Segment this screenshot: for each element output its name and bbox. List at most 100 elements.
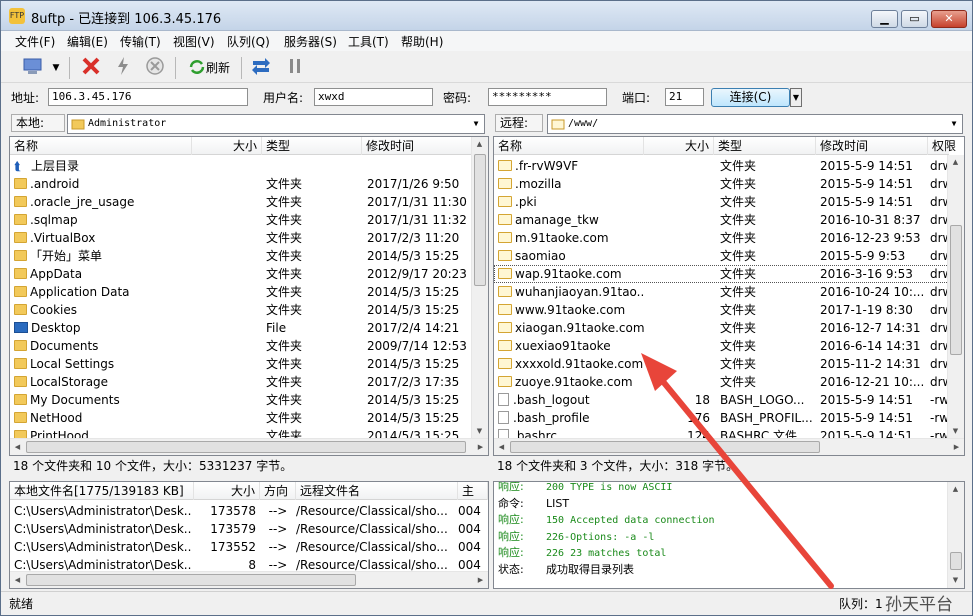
column-modified[interactable]: 修改时间 bbox=[362, 137, 473, 155]
remote-file-row[interactable]: xuexiao91taoke 文件夹 2016-6-14 14:31 drw bbox=[494, 337, 952, 355]
log-kind: 响应: bbox=[498, 481, 524, 493]
remote-file-row[interactable]: .pki 文件夹 2015-5-9 14:51 drw bbox=[494, 193, 952, 211]
remote-file-row[interactable]: saomiao 文件夹 2015-5-9 9:53 drw bbox=[494, 247, 952, 265]
queue-row[interactable]: C:\Users\Administrator\Desk... 173578 --> /… bbox=[10, 502, 488, 520]
column-name[interactable]: 名称 bbox=[10, 137, 192, 155]
menu-tools[interactable]: 工具(T) bbox=[348, 33, 389, 50]
password-input[interactable]: ********* bbox=[488, 88, 607, 106]
site-manager-icon[interactable] bbox=[21, 56, 45, 80]
connect-button[interactable]: 连接(C) bbox=[711, 88, 790, 107]
remote-file-row[interactable]: www.91taoke.com 文件夹 2017-1-19 8:30 drw bbox=[494, 301, 952, 319]
column-modified[interactable]: 修改时间 bbox=[816, 137, 928, 155]
local-file-row[interactable]: Documents 文件夹 2009/7/14 12:53 bbox=[10, 337, 472, 355]
remote-vscrollbar[interactable]: ▲ ▼ bbox=[947, 155, 964, 439]
column-permission[interactable]: 权限 bbox=[928, 137, 964, 155]
local-file-row[interactable]: 「开始」菜单 文件夹 2014/5/3 15:25 bbox=[10, 247, 472, 265]
column-host[interactable]: 主 bbox=[458, 482, 488, 500]
port-input[interactable]: 21 bbox=[665, 88, 704, 106]
column-type[interactable]: 类型 bbox=[262, 137, 362, 155]
local-path-combo[interactable]: Administrator ▼ bbox=[67, 114, 485, 134]
local-file-row[interactable]: NetHood 文件夹 2014/5/3 15:25 bbox=[10, 409, 472, 427]
local-file-row[interactable]: .VirtualBox 文件夹 2017/2/3 11:20 bbox=[10, 229, 472, 247]
menu-view[interactable]: 视图(V) bbox=[173, 33, 215, 50]
scroll-thumb bbox=[474, 154, 486, 286]
column-local-file[interactable]: 本地文件名[1775/139183 KB] bbox=[10, 482, 194, 500]
menu-file[interactable]: 文件(F) bbox=[15, 33, 55, 50]
column-name[interactable]: 名称 bbox=[494, 137, 644, 155]
close-icon[interactable]: ✕ bbox=[931, 10, 967, 28]
file-size bbox=[192, 247, 258, 265]
remote-hscrollbar[interactable]: ◀ ▶ bbox=[494, 438, 964, 455]
file-name: .oracle_jre_usage bbox=[14, 193, 192, 211]
local-file-list: 名称 大小 类型 修改时间 ⮬ 上层目录 .android 文件夹 2017/1/26 … bbox=[9, 136, 489, 456]
folder-icon bbox=[14, 340, 27, 351]
menu-edit[interactable]: 编辑(E) bbox=[67, 33, 108, 50]
chevron-down-icon[interactable]: ▼ bbox=[948, 116, 960, 132]
column-size[interactable]: 大小 bbox=[644, 137, 714, 155]
column-remote-file[interactable]: 远程文件名 bbox=[296, 482, 458, 500]
remote-file-row[interactable]: .bash_logout 18 BASH_LOGO... 2015-5-9 14:51… bbox=[494, 391, 949, 409]
column-type[interactable]: 类型 bbox=[714, 137, 816, 155]
maximize-icon[interactable]: ▭ bbox=[901, 10, 928, 28]
queue-local-file: C:\Users\Administrator\Desk... bbox=[14, 540, 192, 554]
queue-row[interactable]: C:\Users\Administrator\Desk... 173579 --> /… bbox=[10, 520, 488, 538]
site-dropdown-icon[interactable]: ▼ bbox=[49, 56, 63, 80]
local-file-row[interactable]: .android 文件夹 2017/1/26 9:50 bbox=[10, 175, 472, 193]
folder-icon bbox=[14, 304, 27, 315]
file-name: xuexiao91taoke bbox=[498, 337, 644, 355]
connect-dropdown-icon[interactable]: ▼ bbox=[790, 88, 802, 107]
file-type: 文件夹 bbox=[720, 213, 757, 227]
local-vscrollbar[interactable]: ▲ ▼ bbox=[471, 137, 488, 439]
pause-icon[interactable] bbox=[283, 56, 307, 80]
menu-queue[interactable]: 队列(Q) bbox=[227, 33, 270, 50]
local-file-row[interactable]: .sqlmap 文件夹 2017/1/31 11:32 bbox=[10, 211, 472, 229]
transfer-queue-icon[interactable] bbox=[249, 56, 273, 80]
column-size[interactable]: 大小 bbox=[194, 482, 260, 500]
remote-file-row[interactable]: amanage_tkw 文件夹 2016-10-31 8:37 drw bbox=[494, 211, 952, 229]
menu-help[interactable]: 帮助(H) bbox=[401, 33, 443, 50]
remote-file-row[interactable]: xxxxold.91taoke.com 文件夹 2015-11-2 14:31 drw bbox=[494, 355, 952, 373]
file-type: 文件夹 bbox=[266, 339, 303, 353]
reconnect-icon[interactable] bbox=[111, 56, 135, 80]
address-input[interactable]: 106.3.45.176 bbox=[48, 88, 248, 106]
menu-transfer[interactable]: 传输(T) bbox=[120, 33, 161, 50]
remote-file-row[interactable]: wap.91taoke.com 文件夹 2016-3-16 9:53 drw bbox=[494, 265, 952, 283]
folder-icon bbox=[498, 286, 512, 297]
local-file-row[interactable]: Application Data 文件夹 2014/5/3 15:25 bbox=[10, 283, 472, 301]
port-label: 端口: bbox=[622, 91, 651, 105]
remote-file-row[interactable]: .fr-rvW9VF 文件夹 2015-5-9 14:51 drw bbox=[494, 157, 952, 175]
queue-direction: --> bbox=[268, 540, 288, 554]
remote-file-row[interactable]: zuoye.91taoke.com 文件夹 2016-12-21 10:... drw bbox=[494, 373, 952, 391]
local-file-row[interactable]: Local Settings 文件夹 2014/5/3 15:25 bbox=[10, 355, 472, 373]
minimize-icon[interactable]: ▁ bbox=[871, 10, 898, 28]
remote-file-row[interactable]: wuhanjiaoyan.91tao... 文件夹 2016-10-24 10:..… bbox=[494, 283, 952, 301]
column-size[interactable]: 大小 bbox=[192, 137, 262, 155]
remote-label: 远程: bbox=[495, 114, 543, 132]
remote-file-row[interactable]: m.91taoke.com 文件夹 2016-12-23 9:53 drw bbox=[494, 229, 952, 247]
file-type: 文件夹 bbox=[266, 285, 303, 299]
scroll-down-icon: ▼ bbox=[952, 427, 959, 435]
local-file-row[interactable]: LocalStorage 文件夹 2017/2/3 17:35 bbox=[10, 373, 472, 391]
local-file-row[interactable]: AppData 文件夹 2012/9/17 20:23 bbox=[10, 265, 472, 283]
remote-path-combo[interactable]: /www/ ▼ bbox=[547, 114, 963, 134]
local-hscrollbar[interactable]: ◀ ▶ bbox=[10, 438, 488, 455]
column-direction[interactable]: 方向 bbox=[260, 482, 296, 500]
log-vscrollbar[interactable]: ▲ ▼ bbox=[947, 482, 964, 588]
chevron-down-icon[interactable]: ▼ bbox=[470, 116, 482, 132]
remote-file-row[interactable]: .bash_profile 176 BASH_PROFIL... 2015-5-9 1… bbox=[494, 409, 949, 427]
local-file-row[interactable]: .oracle_jre_usage 文件夹 2017/1/31 11:30 bbox=[10, 193, 472, 211]
queue-hscrollbar[interactable]: ◀ ▶ bbox=[10, 571, 488, 588]
menu-server[interactable]: 服务器(S) bbox=[284, 33, 337, 50]
refresh-button[interactable]: 刷新 bbox=[183, 56, 235, 80]
file-size bbox=[192, 301, 258, 319]
local-file-row[interactable]: Cookies 文件夹 2014/5/3 15:25 bbox=[10, 301, 472, 319]
cancel-icon[interactable] bbox=[143, 56, 167, 80]
disconnect-icon[interactable] bbox=[79, 56, 103, 80]
username-input[interactable]: xwxd bbox=[314, 88, 433, 106]
local-file-row[interactable]: My Documents 文件夹 2014/5/3 15:25 bbox=[10, 391, 472, 409]
remote-file-row[interactable]: .mozilla 文件夹 2015-5-9 14:51 drw bbox=[494, 175, 952, 193]
local-file-row[interactable]: ⮬ 上层目录 bbox=[10, 157, 472, 175]
queue-row[interactable]: C:\Users\Administrator\Desk... 173552 --> /… bbox=[10, 538, 488, 556]
remote-file-row[interactable]: xiaogan.91taoke.com 文件夹 2016-12-7 14:31 drw bbox=[494, 319, 952, 337]
local-file-row[interactable]: Desktop File 2017/2/4 14:21 bbox=[10, 319, 472, 337]
